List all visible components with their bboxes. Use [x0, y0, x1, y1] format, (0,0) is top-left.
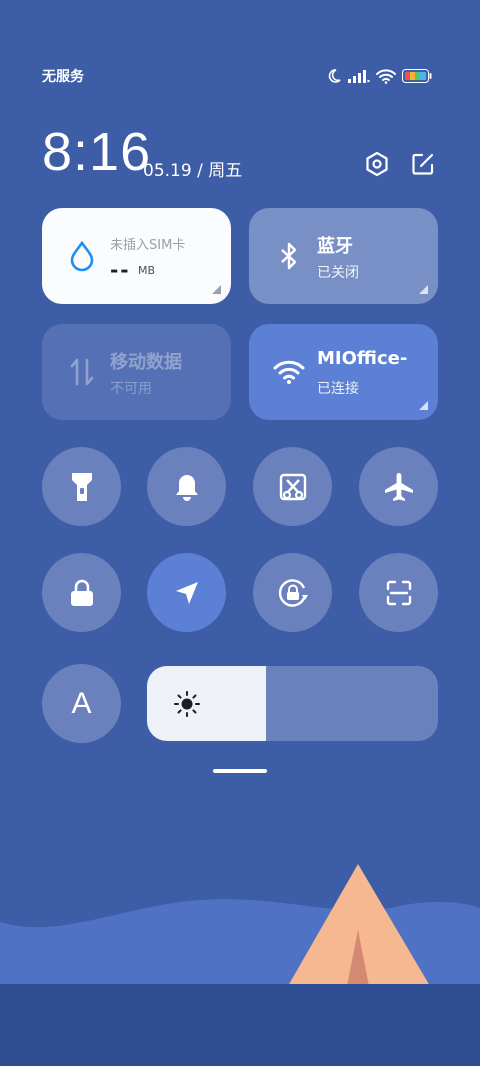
flashlight-icon [71, 472, 92, 501]
mobile-data-tile[interactable]: 移动数据 不可用 [42, 324, 231, 420]
wifi-status: 已连接 [317, 381, 359, 397]
moon-icon [328, 69, 341, 83]
font-size-toggle[interactable]: A [42, 664, 121, 743]
wallpaper-ground [0, 984, 480, 1066]
wifi-tile[interactable]: MIOffice- 已连接 [249, 324, 438, 420]
edit-icon [412, 153, 434, 175]
edit-button[interactable] [408, 149, 438, 179]
date-label: 05.19 / 周五 [143, 161, 243, 181]
bluetooth-title: 蓝牙 [317, 236, 353, 257]
scan-icon [386, 580, 411, 605]
airplane-mode-toggle[interactable] [359, 447, 438, 526]
signal-icon [348, 70, 370, 83]
rotation-lock-toggle[interactable] [253, 553, 332, 632]
sun-icon [174, 691, 200, 717]
wifi-icon [376, 69, 396, 84]
panel-drag-handle[interactable] [213, 769, 267, 773]
expand-corner-icon [419, 285, 428, 294]
bluetooth-icon [273, 240, 305, 272]
brightness-fill [147, 666, 267, 741]
data-usage-unit: MB [138, 264, 156, 277]
mobile-data-arrows-icon [66, 356, 98, 388]
status-icons [326, 66, 432, 86]
expand-corner-icon [212, 285, 221, 294]
clock-time: 8:16 [42, 122, 152, 182]
mobile-data-status: 不可用 [110, 381, 152, 397]
settings-icon [366, 151, 388, 177]
mobile-data-title: 移动数据 [110, 352, 182, 373]
battery-icon [402, 69, 432, 83]
scanner-toggle[interactable] [359, 553, 438, 632]
bluetooth-tile[interactable]: 蓝牙 已关闭 [249, 208, 438, 304]
expand-corner-icon [419, 401, 428, 410]
screenshot-toggle[interactable] [253, 447, 332, 526]
lock-screen-toggle[interactable] [42, 553, 121, 632]
location-toggle[interactable] [147, 553, 226, 632]
screenshot-scissors-icon [279, 473, 306, 500]
lock-icon [70, 579, 93, 606]
brightness-slider[interactable] [147, 666, 438, 741]
mute-toggle[interactable] [147, 447, 226, 526]
rotation-lock-icon [278, 578, 308, 607]
wifi-icon [273, 356, 305, 388]
airplane-icon [384, 472, 413, 501]
water-drop-icon [66, 240, 98, 272]
data-usage-tile[interactable]: 未插入SIM卡 -- MB [42, 208, 231, 304]
bluetooth-status: 已关闭 [317, 265, 359, 281]
wifi-network-name: MIOffice- [317, 348, 408, 369]
font-size-label: A [71, 686, 92, 720]
sim-status-label: 未插入SIM卡 [110, 238, 186, 253]
settings-button[interactable] [362, 149, 392, 179]
location-arrow-icon [175, 581, 198, 604]
bell-icon [175, 474, 198, 501]
carrier-status: 无服务 [42, 69, 84, 85]
flashlight-toggle[interactable] [42, 447, 121, 526]
data-usage-value: -- [110, 258, 131, 282]
